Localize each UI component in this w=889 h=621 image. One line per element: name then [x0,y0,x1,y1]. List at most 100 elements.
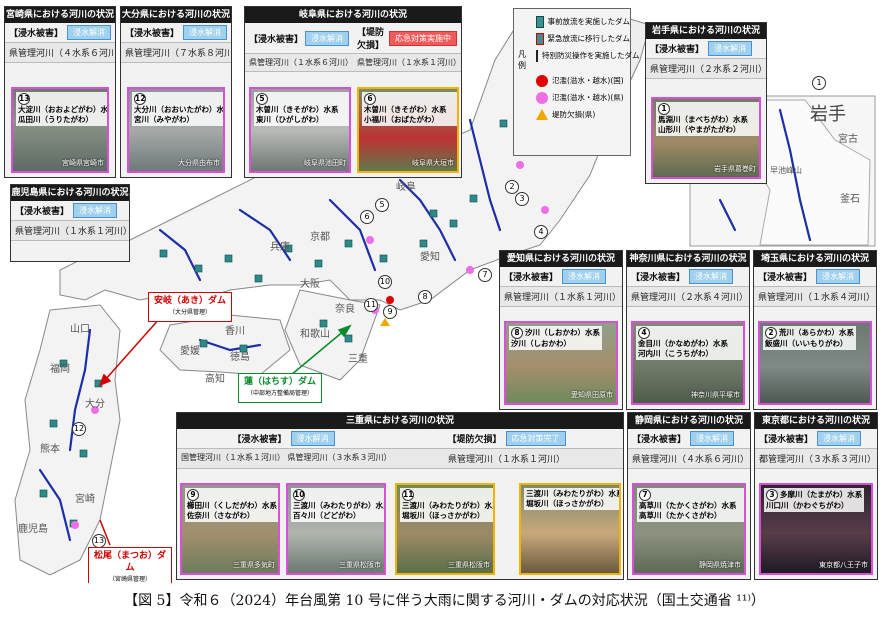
photo-miyazaki: 13大淀川（おおよどがわ）水系 瓜田川（うりたがわ） 宮崎県宮崎市 [11,87,109,173]
dam-callout-matsuo: 松尾（まつお）ダム （宮崎県管理） [88,547,172,583]
panel-tokyo: 東京都における河川の状況 【浸水被害】 浸水解消 都管理河川（３水系３河川） 3多… [754,412,878,580]
panel-aichi: 愛知県における河川の状況 【浸水被害】 浸水解消 県管理河川（１水系１河川） 8汐… [499,250,623,410]
status-badge: 浸水解消 [290,431,335,446]
river-count: 県管理河川（２水系４河川） [627,286,749,307]
triangle-icon [536,109,548,120]
map-label-fukuoka: 福岡 [50,364,70,375]
photo-shizuoka: 7高草川（たかくさがわ）水系 高草川（たかくさがわ） 静岡県焼津市 [632,483,746,575]
map-pin: 11 [364,298,378,312]
photo-number: 5 [256,93,268,105]
map-legend: 凡例 事前放流を実施したダム 緊急放流に移行したダム 特別防災操作を実施したダム… [513,8,640,156]
photo-location: 三重県松阪市 [448,561,490,569]
damage-tag: 【浸水被害】 [9,29,64,39]
damage-tag: 【浸水被害】 [758,273,813,283]
photo-caption: 高草川（たかくさがわ）水系 高草川（たかくさがわ） [639,501,737,520]
dam-special-icon [536,49,538,62]
photo-location: 東京都八王子市 [819,561,868,569]
damage-tag: 【浸水被害】 [759,435,814,445]
map-label-mie: 三重 [348,354,368,365]
status-badge: 浸水解消 [690,431,735,446]
map-pin: 7 [478,268,492,282]
legend-item: 堤防欠損(県) [514,106,630,123]
map-label-ehime: 愛媛 [180,346,200,357]
photo-mie-4: 三渡川（みわたりがわ）水系 堀坂川（ほっさかがわ） [519,483,621,575]
photo-number: 2 [765,327,777,339]
photo-caption: 大淀川（おおよどがわ）水系 瓜田川（うりたがわ） [18,105,109,124]
photo-location: 大分県由布市 [178,159,220,167]
dam-name: 安岐（あき）ダム [153,296,226,306]
legend-item: 氾濫(溢水・越水)(県) [514,89,630,106]
photo-number: 3 [766,489,778,501]
panel-shizuoka: 静岡県における河川の状況 【浸水被害】 浸水解消 県管理河川（４水系６河川） 7高… [627,412,751,580]
map-label-nara: 奈良 [335,304,355,315]
dam-icon [536,15,544,28]
panel-iwate: 岩手県における河川の状況 【浸水被害】 浸水解消 県管理河川（２水系２河川） 1馬… [645,22,767,184]
damage-tag: 【浸水被害】 [15,207,70,217]
photo-caption: 金目川（かなめがわ）水系 河内川（こうちがわ） [638,339,728,358]
legend-title: 凡例 [518,50,526,70]
photo-number: 13 [18,93,30,105]
map-pin: 1 [812,76,826,90]
map-label-tokushima: 徳島 [230,352,250,363]
river-count: 県管理河川（４水系６河川） [5,42,115,63]
panel-title: 宮崎県における河川の状況 [5,7,115,23]
dam-manager: （大分県管理） [168,309,211,316]
photo-gifu-1: 5木曽川（きそがわ）水系 東川（ひがしがわ） 岐阜県池田町 [249,87,351,173]
panel-title: 東京都における河川の状況 [755,413,877,429]
map-pin: 5 [375,198,389,212]
damage-tag: 【堤防欠損】 [447,435,502,445]
legend-item: 特別防災操作を実施したダム [514,47,640,64]
damage-tag: 【浸水被害】 [125,29,180,39]
legend-item: 事前放流を実施したダム [514,13,630,30]
river-count: 県管理河川（１水系１河川） [11,220,129,241]
map-pin: 8 [418,290,432,304]
dam-callout-aki: 安岐（あき）ダム （大分県管理） [148,292,232,322]
status-badge: 浸水解消 [67,25,111,40]
photo-caption: 櫛田川（くしだがわ）水系 佐奈川（さながわ） [187,501,277,520]
damage-tag: 【浸水被害】 [232,435,287,445]
panel-kagoshima: 鹿児島県における河川の状況 【浸水被害】 浸水解消 県管理河川（１水系１河川） [10,184,130,262]
map-pin: 2 [505,180,519,194]
photo-number: 1 [658,103,670,115]
panel-saitama: 埼玉県における河川の状況 【浸水被害】 浸水解消 県管理河川（１水系４河川） 2荒… [753,250,877,410]
dam-manager: （宮崎県管理） [108,576,151,583]
panel-title: 岩手県における河川の状況 [646,23,766,39]
map-label-oita: 大分 [85,399,105,410]
status-badge: 浸水解消 [708,41,753,56]
status-badge: 浸水解消 [562,269,607,284]
photo-mie-2: 10三渡川（みわたりがわ）水系 百々川（どどがわ） 三重県松阪市 [286,483,386,575]
legend-item: 氾濫(溢水・越水)(国) [514,72,630,89]
map-label-kumamoto: 熊本 [40,444,60,455]
panel-title: 静岡県における河川の状況 [628,413,750,429]
status-badge-red: 応急対策実施中 [389,30,457,46]
map-label-iwate: 岩手 [810,104,846,125]
dam-name: 蓮（はちす）ダム [243,377,316,387]
river-count: 県管理河川（１水系４河川） [754,286,876,307]
panel-title: 鹿児島県における河川の状況 [11,185,129,201]
figure-stage: 岐阜 愛知 京都 兵庫 大阪 奈良 和歌山 徳島 香川 愛媛 高知 山口 福岡 … [0,0,889,583]
photo-caption: 木曽川（きそがわ）水系 小福川（おばたがわ） [364,105,447,124]
map-label-kyoto: 京都 [310,232,330,243]
photo-number: 4 [638,327,650,339]
map-label-yamaguchi: 山口 [70,324,90,335]
panel-title: 三重県における河川の状況 [177,413,623,429]
photo-location: 三重県多気町 [233,561,275,569]
dam-emergency-icon [536,32,544,45]
panel-title: 大分県における河川の状況 [121,7,231,23]
map-pin: 12 [72,422,86,436]
photo-gifu-2: 6木曽川（きそがわ）水系 小福川（おばたがわ） 岐阜県大垣市 [357,87,459,173]
photo-caption: 多摩川（たまがわ）水系 川口川（かわぐちがわ） [766,490,863,510]
photo-mie-1: 9櫛田川（くしだがわ）水系 佐奈川（さながわ） 三重県多気町 [180,483,280,575]
pink-circle-icon [536,91,548,104]
river-count: 県管理河川（１水系６河川） [245,53,353,72]
photo-caption: 三渡川（みわたりがわ）水系 百々川（どどがわ） [293,501,386,520]
panel-title: 岐阜県における河川の状況 [245,7,461,23]
panel-miyazaki: 宮崎県における河川の状況 【浸水被害】 浸水解消 県管理河川（４水系６河川） 13… [4,6,116,178]
map-pin: 13 [92,534,106,548]
damage-tag: 【浸水被害】 [249,34,304,45]
panel-title: 愛知県における河川の状況 [500,251,622,267]
map-label-kochi: 高知 [205,374,225,385]
photo-location: 岩手県葛巻町 [714,165,756,173]
map-pin: 9 [383,305,397,319]
status-badge: 浸水解消 [817,431,862,446]
